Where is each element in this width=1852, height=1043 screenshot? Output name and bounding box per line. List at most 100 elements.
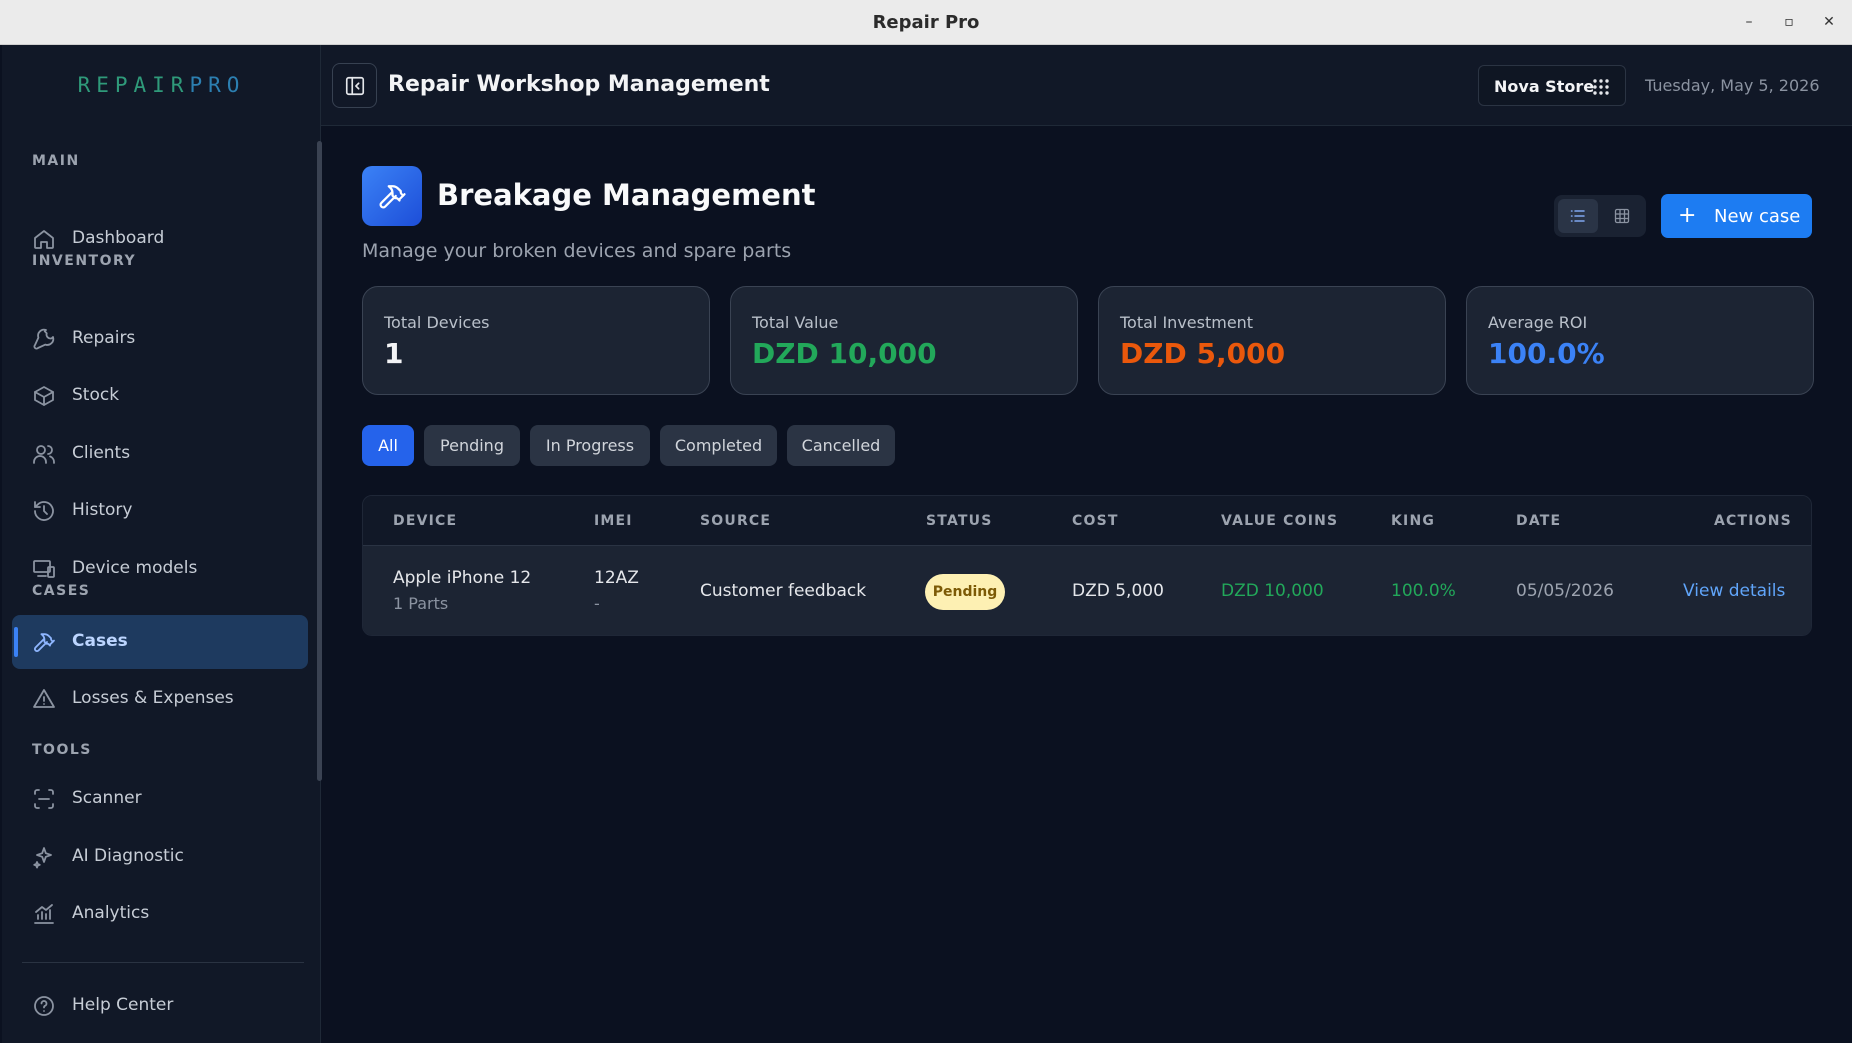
list-view-button[interactable] [1558,199,1598,233]
sidebar-item-label: AI Diagnostic [72,846,184,866]
sidebar-item-stock[interactable]: Stock [12,369,308,423]
wrench-icon [33,328,55,350]
page-hammer-icon [362,166,422,226]
sidebar-item-label: Device models [72,558,198,578]
sidebar-item-history[interactable]: History [12,484,308,538]
sidebar-item-help-center[interactable]: Help Center [12,979,308,1033]
cell-device-parts: 1 Parts [393,594,449,613]
sidebar-item-ai-diagnostic[interactable]: AI Diagnostic [12,830,308,884]
window-title: Repair Pro [872,12,980,33]
list-icon [1570,210,1585,222]
sidebar-item-cases[interactable]: Cases [12,615,308,669]
sidebar-collapse-icon [345,76,365,96]
sidebar-item-repairs[interactable]: Repairs [12,312,308,366]
page-subtitle: Manage your broken devices and spare par… [362,240,792,262]
status-badge: Pending [925,574,1005,610]
sidebar-item-losses-expenses[interactable]: Losses & Expenses [12,672,308,726]
cell-imei-sub: - [594,594,600,613]
help-circle-icon [34,996,54,1016]
filter-pending[interactable]: Pending [424,425,520,466]
app-header: Repair Workshop Management Nova Store Tu… [321,45,1852,126]
sidebar-item-label: Losses & Expenses [72,688,234,708]
store-selector-button[interactable]: Nova Store [1478,65,1626,106]
stat-value: 1 [384,337,404,370]
devices-icon [33,560,55,578]
column-header-actions: ACTIONS [1714,513,1792,529]
section-label-inventory: INVENTORY [32,253,137,269]
table-header: DEVICE IMEI SOURCE STATUS COST VALUE COI… [363,496,1811,546]
stat-card-total-investment: Total Investment DZD 5,000 [1098,286,1446,395]
stat-label: Total Devices [384,313,490,332]
table-row[interactable]: Apple iPhone 12 1 Parts 12AZ - Customer … [363,546,1811,635]
cell-device: Apple iPhone 12 [393,568,532,588]
hammer-icon [34,633,55,652]
stat-card-total-devices: Total Devices 1 [362,286,710,395]
sidebar-item-label: Cases [72,631,128,651]
cases-table: DEVICE IMEI SOURCE STATUS COST VALUE COI… [362,495,1812,636]
app-logo: REPAIRPRO [2,73,321,97]
column-header-value-coins: VALUE COINS [1221,513,1339,529]
sidebar-toggle-button[interactable] [332,63,377,108]
scan-icon [34,789,54,809]
sidebar-item-clients[interactable]: Clients [12,427,308,481]
filter-cancelled[interactable]: Cancelled [787,425,895,466]
header-date: Tuesday, May 5, 2026 [1645,76,1820,95]
cell-cost: DZD 5,000 [1072,581,1164,601]
cell-imei: 12AZ [594,568,639,588]
sidebar-divider [22,962,304,963]
section-label-main: MAIN [32,153,80,169]
cell-source: Customer feedback [700,581,867,601]
sidebar-item-analytics[interactable]: Analytics [12,887,308,941]
logo-text-pro: PRO [189,73,246,97]
sidebar-item-scanner[interactable]: Scanner [12,772,308,826]
page-title: Breakage Management [437,178,816,212]
sidebar-item-label: Dashboard [72,228,165,248]
filter-in-progress[interactable]: In Progress [530,425,650,466]
maximize-button[interactable]: ▫ [1777,10,1801,34]
stat-value: DZD 5,000 [1120,337,1286,370]
sidebar-item-label: Scanner [72,788,142,808]
filter-all[interactable]: All [362,425,414,466]
sidebar-item-label: Repairs [72,328,136,348]
grid-view-button[interactable] [1602,199,1642,233]
chart-icon [34,904,54,924]
sidebar-item-label: Clients [72,443,131,463]
sidebar-item-label: Help Center [72,995,174,1015]
new-case-label: New case [1714,206,1801,227]
column-header-king: KING [1391,513,1436,529]
box-icon [34,386,54,406]
logo-text-repair: REPAIR [77,73,190,97]
grid-dots-icon [1593,79,1609,95]
column-header-date: DATE [1516,513,1562,529]
cell-king: 100.0% [1391,581,1456,601]
stat-label: Average ROI [1488,313,1588,332]
column-header-device: DEVICE [393,513,458,529]
header-title: Repair Workshop Management [388,72,770,97]
sparkles-icon [33,847,52,869]
window-titlebar: Repair Pro – ▫ ✕ [0,0,1852,45]
history-icon [34,501,54,521]
column-header-status: STATUS [926,513,993,529]
stat-card-average-roi: Average ROI 100.0% [1466,286,1814,395]
cell-value-coins: DZD 10,000 [1221,581,1324,601]
new-case-button[interactable]: + New case [1661,194,1812,238]
sidebar: REPAIRPRO MAIN Dashboard INVENTORY Repai… [2,45,322,1043]
warning-icon [33,689,55,708]
active-indicator [14,627,18,657]
stat-label: Total Investment [1120,313,1254,332]
stat-value: 100.0% [1488,337,1605,370]
section-label-cases: CASES [32,583,91,599]
view-toggle [1554,195,1646,237]
home-icon [34,230,54,249]
close-button[interactable]: ✕ [1817,10,1841,34]
sidebar-item-label: Analytics [72,903,150,923]
column-header-source: SOURCE [700,513,772,529]
minimize-button[interactable]: – [1737,10,1761,34]
plus-icon: + [1678,203,1697,228]
filter-completed[interactable]: Completed [660,425,777,466]
store-name: Nova Store [1494,77,1595,96]
view-details-link[interactable]: View details [1683,581,1785,601]
sidebar-scrollbar[interactable] [317,141,322,781]
users-icon [33,445,55,464]
sidebar-item-label: Stock [72,385,120,405]
